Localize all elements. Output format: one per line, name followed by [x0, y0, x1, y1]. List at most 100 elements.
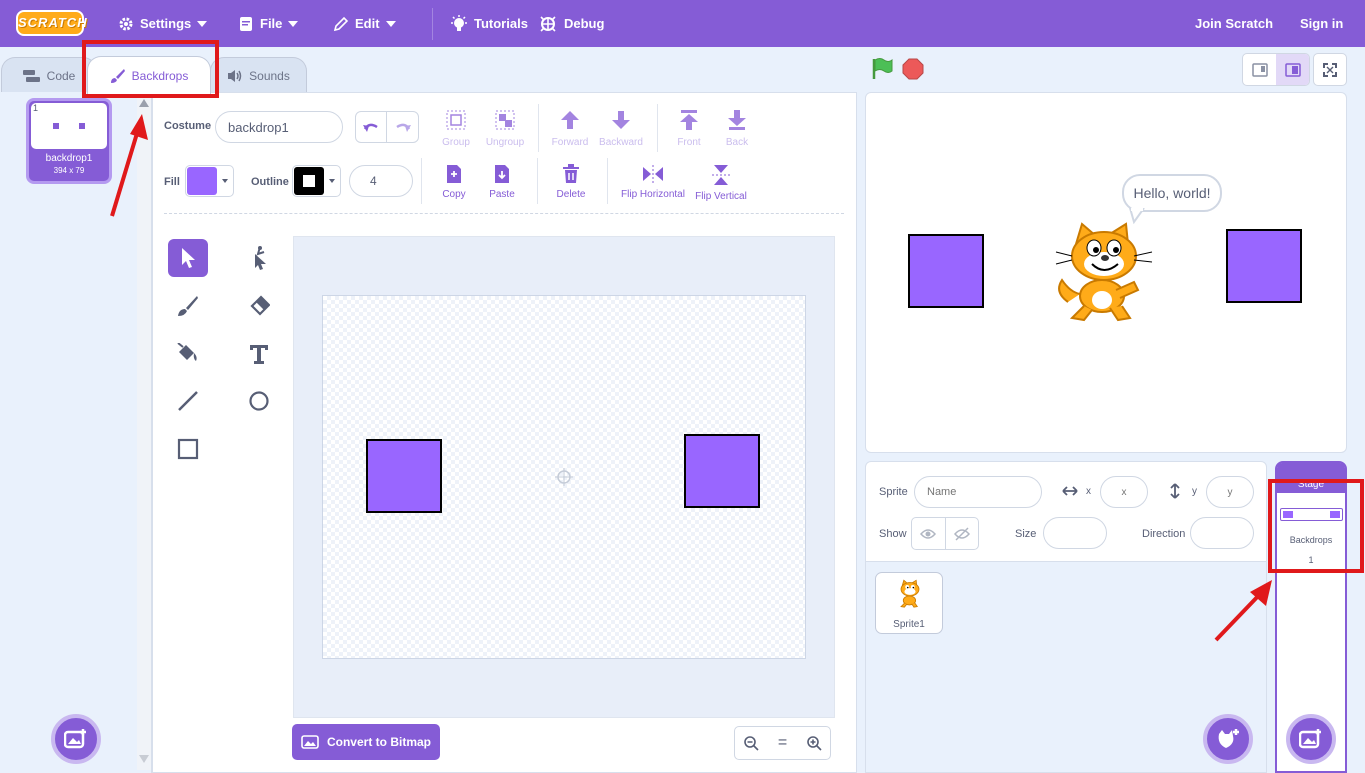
- tab-backdrops[interactable]: Backdrops: [87, 56, 211, 94]
- settings-label: Settings: [140, 16, 192, 31]
- undo-icon: [363, 123, 378, 132]
- flip-horizontal-button[interactable]: Flip Horizontal: [618, 164, 688, 200]
- flip-vertical-label: Flip Vertical: [695, 191, 747, 202]
- front-button[interactable]: Front: [670, 109, 708, 148]
- backward-button[interactable]: Backward: [597, 109, 645, 148]
- flip-vertical-icon: [712, 165, 730, 185]
- scroll-down-icon[interactable]: [139, 755, 149, 763]
- edit-menu[interactable]: Edit: [333, 0, 396, 47]
- debug-button[interactable]: Debug: [538, 0, 604, 47]
- settings-menu[interactable]: Settings: [118, 0, 208, 47]
- green-flag-icon[interactable]: [870, 57, 894, 81]
- back-button[interactable]: Back: [718, 109, 756, 148]
- forward-icon: [561, 111, 579, 129]
- choose-sprite-button[interactable]: [1203, 714, 1253, 764]
- gear-icon: [119, 17, 133, 30]
- circle-tool[interactable]: [239, 382, 279, 420]
- group-icon: [446, 110, 466, 130]
- costume-label: Costume: [164, 120, 212, 132]
- size-input[interactable]: [1043, 517, 1107, 549]
- ungroup-button[interactable]: Ungroup: [483, 109, 527, 148]
- outline-width-input[interactable]: [349, 165, 413, 197]
- choose-backdrop-button[interactable]: [1286, 714, 1336, 764]
- rectangle-tool[interactable]: [168, 430, 208, 468]
- small-stage-button[interactable]: [1243, 54, 1276, 85]
- y-input[interactable]: [1206, 476, 1254, 508]
- front-icon: [680, 110, 698, 130]
- undo-button[interactable]: [356, 112, 388, 142]
- text-icon: [250, 345, 268, 364]
- direction-label: Direction: [1142, 528, 1186, 540]
- hide-button[interactable]: [946, 518, 979, 549]
- toolbar-divider: [607, 158, 608, 204]
- back-label: Back: [725, 137, 749, 148]
- costume-size: 394 x 79: [53, 166, 85, 175]
- group-button[interactable]: Group: [438, 109, 474, 148]
- scratch-logo[interactable]: SCRATCH: [16, 10, 87, 36]
- join-scratch-link[interactable]: Join Scratch: [1195, 0, 1273, 47]
- paste-button[interactable]: Paste: [484, 164, 520, 200]
- file-label: File: [260, 16, 283, 31]
- zoom-in-button[interactable]: [798, 727, 830, 759]
- forward-button[interactable]: Forward: [549, 109, 591, 148]
- redo-button[interactable]: [387, 112, 418, 142]
- file-menu[interactable]: File: [238, 0, 299, 47]
- copy-button[interactable]: Copy: [436, 164, 472, 200]
- sprite-tile[interactable]: Sprite1: [875, 572, 943, 634]
- tutorials-button[interactable]: Tutorials: [450, 0, 528, 47]
- convert-label: Convert to Bitmap: [326, 735, 431, 749]
- eye-icon: [920, 528, 937, 539]
- costume-name-input[interactable]: [215, 111, 343, 143]
- zoom-controls: =: [734, 726, 831, 760]
- brush-tool[interactable]: [168, 287, 208, 325]
- backward-icon: [612, 111, 630, 129]
- ungroup-label: Ungroup: [485, 137, 525, 148]
- scroll-up-icon[interactable]: [139, 99, 149, 107]
- fill-color-picker[interactable]: [185, 165, 234, 197]
- zoom-reset-button[interactable]: =: [767, 727, 799, 759]
- add-image-icon: [64, 729, 86, 749]
- sprite-name-input[interactable]: [914, 476, 1042, 508]
- flip-vertical-button[interactable]: Flip Vertical: [692, 164, 750, 202]
- rectangle-icon: [177, 438, 199, 460]
- canvas-square-right[interactable]: [684, 434, 760, 508]
- sprite-name: Sprite1: [893, 619, 925, 630]
- annotation-arrow: [1214, 580, 1272, 642]
- debug-label: Debug: [564, 16, 605, 31]
- tab-sounds[interactable]: Sounds: [210, 57, 307, 93]
- stop-icon[interactable]: [902, 58, 924, 80]
- menu-divider: [432, 8, 433, 40]
- brush-icon: [178, 296, 198, 316]
- show-button[interactable]: [912, 518, 946, 549]
- large-stage-button[interactable]: [1276, 54, 1309, 85]
- stage-thumbnail: [1280, 508, 1343, 521]
- zoom-out-icon: [744, 736, 759, 751]
- chevron-down-icon: [385, 20, 396, 27]
- fullscreen-button[interactable]: [1313, 53, 1347, 86]
- flip-horizontal-label: Flip Horizontal: [621, 189, 685, 200]
- tab-code[interactable]: Code: [1, 57, 97, 93]
- canvas-square-left[interactable]: [366, 439, 442, 513]
- fill-tool[interactable]: [168, 335, 208, 373]
- edit-label: Edit: [355, 16, 380, 31]
- x-input[interactable]: [1100, 476, 1148, 508]
- stage-size-toggle: [1242, 53, 1310, 86]
- outline-color-picker[interactable]: [292, 165, 341, 197]
- sign-in-link[interactable]: Sign in: [1300, 0, 1343, 47]
- signin-label: Sign in: [1300, 16, 1344, 31]
- text-tool[interactable]: [239, 335, 279, 373]
- chevron-down-icon: [288, 20, 299, 27]
- direction-input[interactable]: [1190, 517, 1254, 549]
- paint-bucket-icon: [177, 343, 197, 361]
- choose-backdrop-button[interactable]: [51, 714, 101, 764]
- zoom-out-button[interactable]: [735, 727, 767, 759]
- undo-redo-group: [355, 111, 419, 143]
- vertical-arrows-icon: [1170, 483, 1180, 499]
- select-tool[interactable]: [168, 239, 208, 277]
- y-label: y: [1192, 486, 1197, 497]
- delete-button[interactable]: Delete: [553, 164, 589, 200]
- line-tool[interactable]: [168, 382, 208, 420]
- eraser-tool[interactable]: [239, 287, 279, 325]
- reshape-tool[interactable]: [239, 239, 279, 277]
- convert-to-bitmap-button[interactable]: Convert to Bitmap: [292, 724, 440, 760]
